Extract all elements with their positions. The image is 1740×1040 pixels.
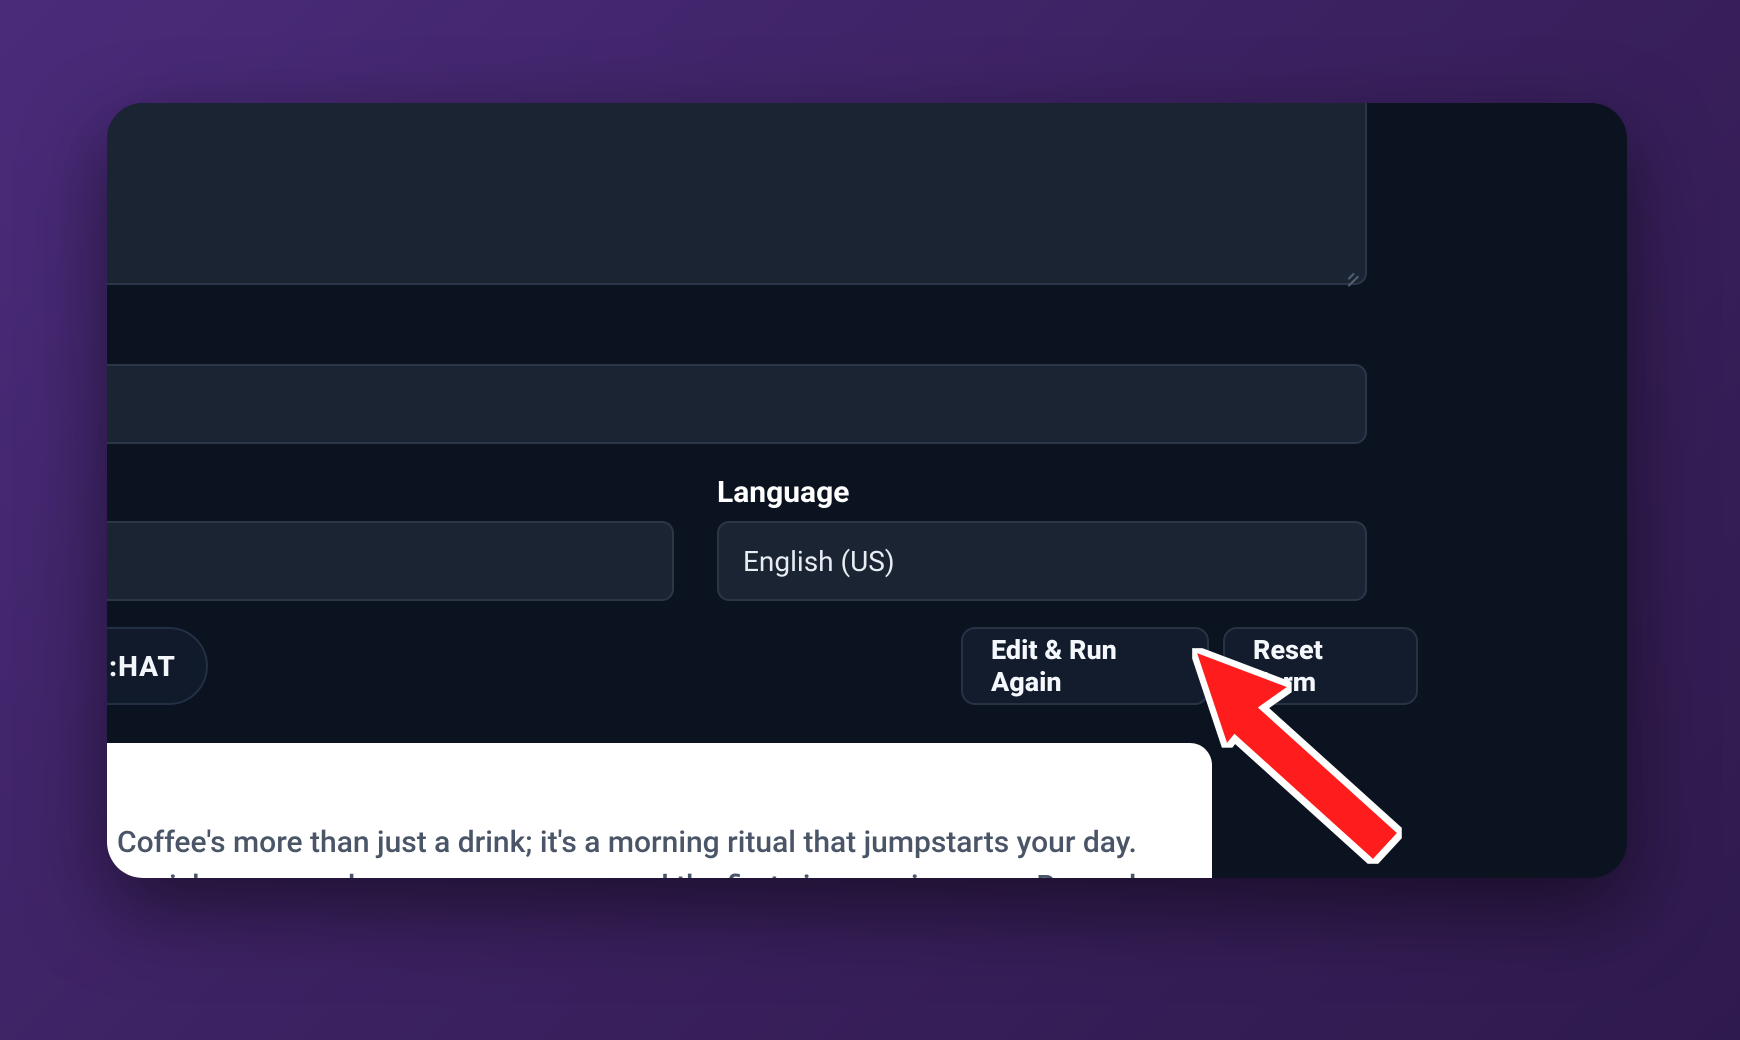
resize-handle-icon[interactable] <box>1341 259 1359 277</box>
left-field-input[interactable] <box>107 521 674 601</box>
output-panel: Coffee's more than just a drink; it's a … <box>107 743 1212 878</box>
reset-form-button[interactable]: Reset Form <box>1223 627 1418 705</box>
edit-run-again-button[interactable]: Edit & Run Again <box>961 627 1209 705</box>
output-text: Coffee's more than just a drink; it's a … <box>117 821 1172 878</box>
chat-mode-pill[interactable]: :HAT <box>107 627 208 705</box>
secondary-input[interactable] <box>107 364 1367 444</box>
prompt-textarea[interactable] <box>107 103 1367 285</box>
left-field-label-partial: e <box>107 478 227 513</box>
language-select[interactable]: English (US) <box>717 521 1367 601</box>
language-label: Language <box>717 475 849 510</box>
app-window: e Language English (US) :HAT Edit & Run … <box>107 103 1627 878</box>
